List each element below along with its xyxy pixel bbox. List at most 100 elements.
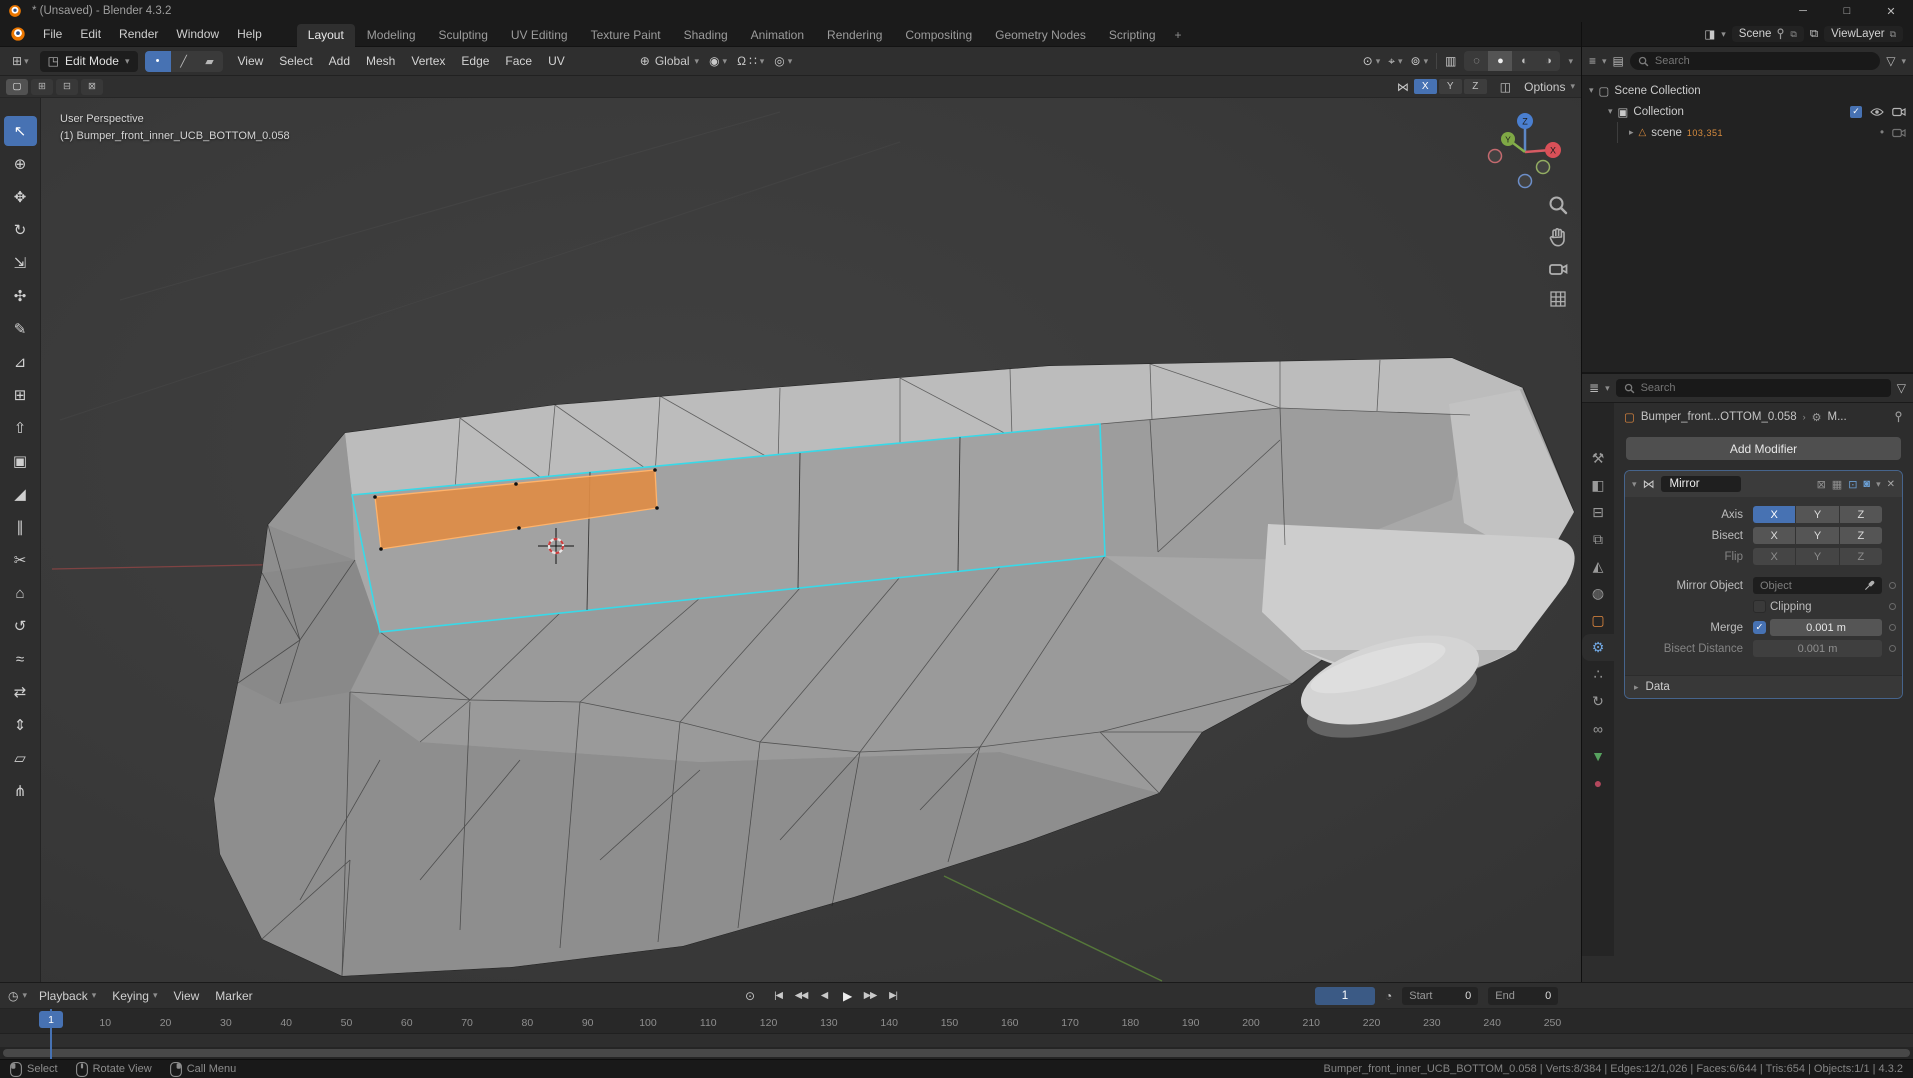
collapse-icon[interactable]: ▾ [1589,85,1594,96]
collapse-icon[interactable]: ▾ [1608,106,1613,117]
bisect-y-button[interactable]: Y [1796,527,1839,544]
viewport-menu-edge[interactable]: Edge [453,51,497,71]
chevron-down-icon[interactable]: ▾ [1602,56,1607,67]
viewport-menu-view[interactable]: View [230,51,272,71]
properties-tab-object[interactable]: ▢ [1582,607,1614,634]
zoom-icon[interactable] [1547,194,1569,216]
mirror-axis-y[interactable]: Y [1438,79,1462,94]
chevron-down-icon[interactable]: ▾ [1605,383,1610,394]
scene-selector[interactable]: Scene ⧉ [1731,26,1804,42]
workspace-tab-modeling[interactable]: Modeling [356,24,427,47]
outliner-display-mode-icon[interactable]: ▤ [1613,54,1624,68]
animate-decorator[interactable] [1889,582,1896,589]
tool-rotate[interactable]: ↻ [4,215,37,245]
close-button[interactable]: ✕ [1869,0,1913,22]
collection-checkbox[interactable]: ✓ [1850,105,1862,118]
add-workspace-button[interactable]: + [1168,24,1189,47]
show-in-editmode-icon[interactable]: ▦ [1832,478,1842,491]
tool-rip-region[interactable]: ⋔ [4,776,37,806]
properties-tab-physics[interactable]: ↻ [1582,688,1614,715]
properties-tab-scene[interactable]: ◭ [1582,553,1614,580]
play-button[interactable]: ▶ [837,986,857,1005]
hide-eye-icon[interactable] [1870,107,1884,117]
tool-edge-slide[interactable]: ⇄ [4,677,37,707]
workspace-tab-sculpting[interactable]: Sculpting [428,24,499,47]
viewport-menu-select[interactable]: Select [271,51,320,71]
blender-menu-logo-icon[interactable] [10,26,26,42]
properties-tab-world[interactable]: ◍ [1582,580,1614,607]
tool-bevel[interactable]: ◢ [4,479,37,509]
tool-select-box[interactable]: ↖ [3,116,37,146]
properties-tab-render[interactable]: ◧ [1582,472,1614,499]
previous-keyframe-button[interactable]: ◀◀ [791,986,811,1005]
modifier-close-icon[interactable]: ✕ [1887,479,1895,490]
minimize-button[interactable]: ─ [1781,0,1825,22]
select-option-intersect[interactable]: ⊠ [81,78,103,95]
viewport-3d[interactable]: User Perspective (1) Bumper_front_inner_… [0,98,1581,982]
select-option-set[interactable]: ▢ [6,78,28,95]
mode-dropdown[interactable]: ◳ Edit Mode ▾ [39,50,138,72]
menu-file[interactable]: File [34,24,71,44]
frame-end-field[interactable]: End 0 [1488,987,1559,1005]
show-viewport-icon[interactable]: ⊡ [1848,478,1857,491]
viewlayer-selector[interactable]: ViewLayer ⧉ [1824,26,1903,42]
workspace-tab-uv-editing[interactable]: UV Editing [500,24,579,47]
navigation-gizmo[interactable]: Z Y X [1483,106,1567,190]
outliner-row-scene-collection[interactable]: ▾ ▢ Scene Collection [1582,80,1913,101]
clipping-checkbox[interactable] [1753,600,1766,613]
disable-render-camera-icon[interactable] [1892,128,1906,138]
tool-inset-faces[interactable]: ▣ [4,446,37,476]
stopwatch-icon[interactable]: ◔ [1385,989,1392,1003]
editor-outliner-icon[interactable]: ≡ [1589,54,1596,68]
options-dropdown[interactable]: Options [1524,80,1565,94]
select-option-subtract[interactable]: ⊟ [56,78,78,95]
workspace-tab-shading[interactable]: Shading [673,24,739,47]
auto-keying-icon[interactable]: ⊙ [745,989,755,1003]
edge-select-button[interactable]: ╱ [171,51,197,72]
tool-measure[interactable]: ⊿ [4,347,37,377]
timeline-menu-view[interactable]: View [165,987,207,1005]
workspace-tab-geometry-nodes[interactable]: Geometry Nodes [984,24,1097,47]
timeline-menu-marker[interactable]: Marker [207,987,260,1005]
properties-tab-view-layer[interactable]: ⧉ [1582,526,1614,553]
show-render-icon[interactable]: ◙ [1863,478,1870,490]
jump-to-end-button[interactable]: ▶| [883,986,903,1005]
selectability-dot-icon[interactable]: • [1880,127,1884,139]
vertex-select-button[interactable]: • [144,50,171,72]
jump-to-start-button[interactable]: |◀ [768,986,788,1005]
viewport-menu-uv[interactable]: UV [540,51,573,71]
bisect-x-button[interactable]: X [1753,527,1796,544]
camera-view-icon[interactable] [1547,258,1569,280]
bisect-distance-field[interactable]: 0.001 m [1753,640,1882,657]
properties-tab-material[interactable]: ● [1582,769,1614,796]
editor-timeline-icon[interactable]: ◷ [8,989,18,1003]
tool-transform[interactable]: ✣ [4,281,37,311]
maximize-button[interactable]: □ [1825,0,1869,22]
scene-browse-chevron-icon[interactable]: ▾ [1721,29,1726,40]
proportional-edit-icon[interactable]: ◎ [774,54,784,68]
properties-tab-particles[interactable]: ∴ [1582,661,1614,688]
play-reverse-button[interactable]: ◀ [814,986,834,1005]
mirror-axis-x[interactable]: X [1413,79,1437,94]
tool-loop-cut[interactable]: ∥ [4,512,37,542]
gizmos-dropdown[interactable]: ⌖ ▾ [1388,54,1402,69]
pin-icon[interactable] [1776,28,1785,40]
disable-render-camera-icon[interactable] [1892,107,1906,117]
axis-z-button[interactable]: Z [1839,506,1882,523]
tool-extrude-region[interactable]: ⇧ [4,413,37,443]
frame-ruler[interactable]: 1 10 20 30 40 50 60 70 80 90 100 110 120 130 140 150 16… [0,1009,1913,1059]
show-on-cage-icon[interactable]: ⊠ [1817,478,1826,491]
properties-tab-object-data[interactable]: ▼ [1582,742,1614,769]
collapse-icon[interactable]: ▾ [1632,479,1637,490]
shading-wireframe-button[interactable]: ◌ [1464,51,1488,71]
snap-with-icon[interactable]: ∷ [749,54,757,68]
outliner-row-collection[interactable]: ▾ ▣ Collection ✓ [1582,101,1913,122]
outliner-search-input[interactable]: Search [1629,52,1881,70]
properties-tab-modifiers[interactable]: ⚙ [1582,634,1614,661]
breadcrumb-sub[interactable]: M... [1828,411,1847,423]
face-select-button[interactable]: ▰ [197,51,223,72]
flip-z-button[interactable]: Z [1839,548,1882,565]
filter-icon[interactable]: ▽ [1886,54,1895,68]
scene-browse-icon[interactable]: ◨ [1704,27,1715,41]
mirror-object-field[interactable]: Object [1753,577,1882,594]
